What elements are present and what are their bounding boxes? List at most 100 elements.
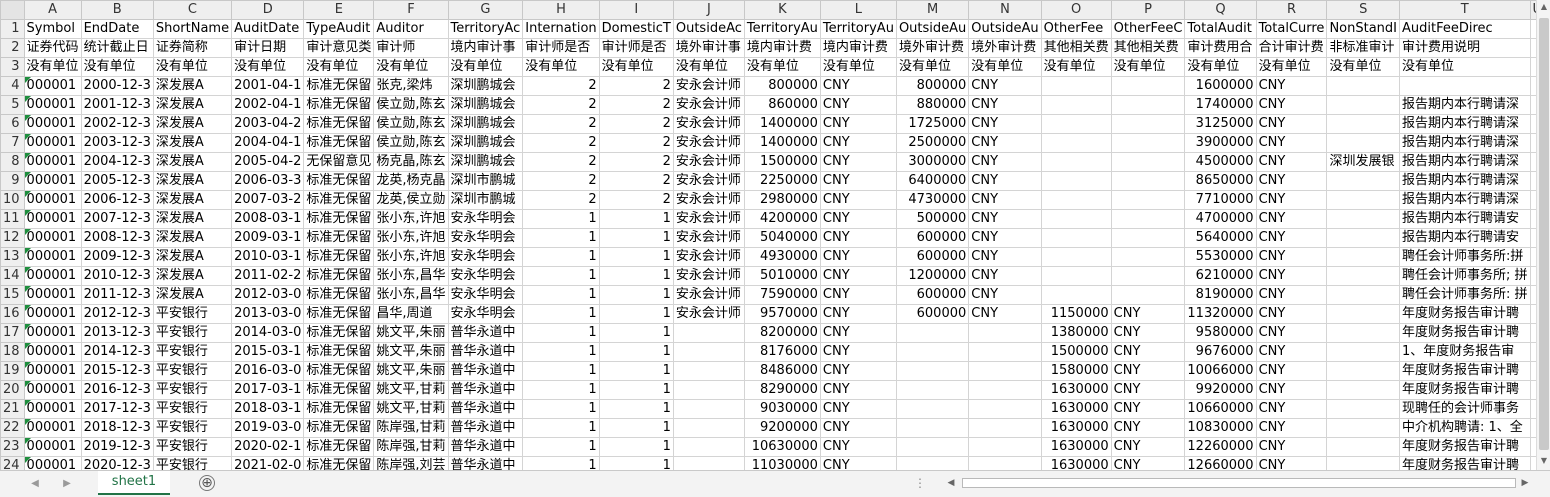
cell-l21[interactable]: CNY: [819, 399, 897, 419]
column-header-l[interactable]: L: [819, 0, 897, 20]
column-header-b[interactable]: B: [80, 0, 154, 20]
column-header-d[interactable]: D: [231, 0, 305, 20]
cell-b17[interactable]: 2013-12-3: [80, 323, 154, 343]
cell-h21[interactable]: 1: [522, 399, 600, 419]
cell-d11[interactable]: 2008-03-1: [231, 209, 305, 229]
cell-i22[interactable]: 1: [598, 418, 674, 438]
cell-o6[interactable]: [1040, 114, 1112, 134]
cell-q11[interactable]: 4700000: [1184, 209, 1257, 229]
cell-g23[interactable]: 普华永道中: [447, 437, 524, 457]
cell-b3[interactable]: 没有单位: [80, 57, 154, 77]
cell-e19[interactable]: 标准无保留: [303, 361, 375, 381]
cell-e16[interactable]: 标准无保留: [303, 304, 375, 324]
cell-k20[interactable]: 8290000: [743, 380, 821, 400]
cell-f23[interactable]: 陈岸强,甘莉: [373, 437, 449, 457]
cell-a1[interactable]: Symbol: [23, 19, 82, 39]
cell-r8[interactable]: CNY: [1255, 152, 1328, 172]
cell-q1[interactable]: TotalAudit: [1184, 19, 1257, 39]
cell-r11[interactable]: CNY: [1255, 209, 1328, 229]
cell-h7[interactable]: 2: [522, 133, 600, 153]
cell-m18[interactable]: [895, 342, 970, 362]
row-header[interactable]: 3: [0, 57, 25, 77]
cell-i19[interactable]: 1: [598, 361, 674, 381]
cell-r16[interactable]: CNY: [1255, 304, 1328, 324]
cell-f12[interactable]: 张小东,许旭: [373, 228, 449, 248]
cell-a18[interactable]: 000001: [23, 342, 82, 362]
cell-l5[interactable]: CNY: [819, 95, 897, 115]
cell-o4[interactable]: [1040, 76, 1112, 96]
cell-s21[interactable]: [1326, 399, 1400, 419]
cell-m8[interactable]: 3000000: [895, 152, 970, 172]
cell-d17[interactable]: 2014-03-0: [231, 323, 305, 343]
row-header[interactable]: 16: [0, 304, 25, 324]
cell-a9[interactable]: 000001: [23, 171, 82, 191]
cell-f21[interactable]: 姚文平,甘莉: [373, 399, 449, 419]
cell-o20[interactable]: 1630000: [1040, 380, 1112, 400]
cell-h14[interactable]: 1: [522, 266, 600, 286]
cell-n24[interactable]: [968, 456, 1042, 470]
cell-q14[interactable]: 6210000: [1184, 266, 1257, 286]
cell-h13[interactable]: 1: [522, 247, 600, 267]
sheet-tab-sheet1[interactable]: sheet1: [98, 471, 170, 495]
cell-n20[interactable]: [968, 380, 1042, 400]
row-header[interactable]: 10: [0, 190, 25, 210]
cell-e20[interactable]: 标准无保留: [303, 380, 375, 400]
cell-g19[interactable]: 普华永道中: [447, 361, 524, 381]
cell-e4[interactable]: 标准无保留: [303, 76, 375, 96]
cell-p23[interactable]: CNY: [1110, 437, 1186, 457]
cell-t11[interactable]: 报告期内本行聘请安: [1399, 209, 1531, 229]
horizontal-scrollbar[interactable]: ◀ ▶: [944, 475, 1530, 491]
cell-b6[interactable]: 2002-12-3: [80, 114, 154, 134]
cell-k14[interactable]: 5010000: [743, 266, 821, 286]
cell-t23[interactable]: 年度财务报告审计聘: [1399, 437, 1531, 457]
cell-a20[interactable]: 000001: [23, 380, 82, 400]
row-header[interactable]: 20: [0, 380, 25, 400]
cell-r18[interactable]: CNY: [1255, 342, 1328, 362]
cell-i9[interactable]: 2: [598, 171, 674, 191]
cell-d23[interactable]: 2020-02-1: [231, 437, 305, 457]
cell-e2[interactable]: 审计意见类: [303, 38, 375, 58]
vertical-scrollbar[interactable]: ▲ ▼: [1536, 0, 1550, 470]
row-header[interactable]: 24: [0, 456, 25, 470]
cell-j16[interactable]: 安永会计师: [672, 304, 745, 324]
cell-i17[interactable]: 1: [598, 323, 674, 343]
column-header-c[interactable]: C: [152, 0, 233, 20]
cell-c21[interactable]: 平安银行: [152, 399, 233, 419]
cell-a23[interactable]: 000001: [23, 437, 82, 457]
cell-s7[interactable]: [1326, 133, 1400, 153]
cell-p10[interactable]: [1110, 190, 1186, 210]
cell-c19[interactable]: 平安银行: [152, 361, 233, 381]
cell-f4[interactable]: 张克,梁炜: [373, 76, 449, 96]
cell-o21[interactable]: 1630000: [1040, 399, 1112, 419]
tab-splitter-handle[interactable]: ⋮: [914, 475, 926, 491]
cell-s13[interactable]: [1326, 247, 1400, 267]
cell-b2[interactable]: 统计截止日: [80, 38, 154, 58]
cell-f19[interactable]: 姚文平,朱丽: [373, 361, 449, 381]
cell-f1[interactable]: Auditor: [373, 19, 449, 39]
cell-l19[interactable]: CNY: [819, 361, 897, 381]
cell-q15[interactable]: 8190000: [1184, 285, 1257, 305]
cell-n14[interactable]: CNY: [968, 266, 1042, 286]
cell-p14[interactable]: [1110, 266, 1186, 286]
cell-e6[interactable]: 标准无保留: [303, 114, 375, 134]
cell-t4[interactable]: [1399, 76, 1531, 96]
cell-d6[interactable]: 2003-04-2: [231, 114, 305, 134]
cell-h1[interactable]: Internation: [522, 19, 600, 39]
cell-s2[interactable]: 非标准审计: [1326, 38, 1400, 58]
cell-m22[interactable]: [895, 418, 970, 438]
cell-r3[interactable]: 没有单位: [1255, 57, 1328, 77]
cell-n23[interactable]: [968, 437, 1042, 457]
cell-h3[interactable]: 没有单位: [522, 57, 600, 77]
row-header[interactable]: 8: [0, 152, 25, 172]
cell-n8[interactable]: CNY: [968, 152, 1042, 172]
scroll-left-arrow-icon[interactable]: ◀: [944, 475, 958, 491]
cell-l9[interactable]: CNY: [819, 171, 897, 191]
cell-q20[interactable]: 9920000: [1184, 380, 1257, 400]
cell-i11[interactable]: 1: [598, 209, 674, 229]
cell-r19[interactable]: CNY: [1255, 361, 1328, 381]
cell-e14[interactable]: 标准无保留: [303, 266, 375, 286]
scroll-up-arrow-icon[interactable]: ▲: [1537, 0, 1550, 14]
cell-e10[interactable]: 标准无保留: [303, 190, 375, 210]
cell-e9[interactable]: 标准无保留: [303, 171, 375, 191]
column-header-s[interactable]: S: [1326, 0, 1400, 20]
